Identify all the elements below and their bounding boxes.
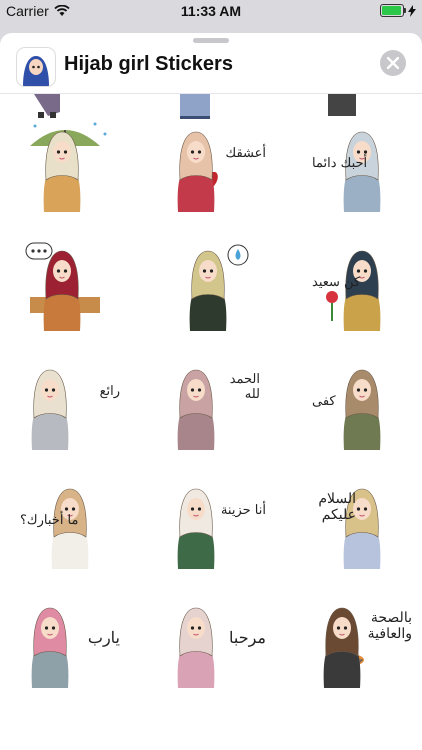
page-title: Hijab girl Stickers	[64, 53, 233, 75]
sticker-art	[30, 122, 107, 212]
status-bar: Carrier 11:33 AM	[0, 0, 422, 22]
sticker-salam[interactable]: السلام عليكم	[312, 473, 412, 573]
sticker-art	[177, 369, 215, 450]
sticker-alhamdulillah[interactable]: الحمد لله	[166, 354, 266, 454]
sticker-speech-bubble[interactable]	[20, 235, 120, 335]
sticker-art	[177, 488, 215, 569]
sticker-caption: السلام عليكم	[318, 491, 356, 523]
sticker-ya-rab[interactable]: يارب	[20, 592, 120, 692]
sticker-umbrella-rain[interactable]	[20, 116, 120, 216]
sticker-grid: أعشقك أحبك دائما كن سعيد رائع الحمد لله كفى ما…	[0, 94, 422, 750]
battery-icon	[380, 4, 406, 17]
sticker-art	[31, 369, 69, 450]
clock: 11:33 AM	[180, 3, 242, 19]
sticker-awesome[interactable]: رائع	[20, 354, 120, 454]
sticker-art	[189, 244, 249, 331]
sticker-art	[177, 131, 218, 212]
sticker-how-are-you[interactable]: ما أخبارك؟	[20, 473, 120, 573]
sticker-caption: الحمد لله	[229, 372, 260, 402]
sheet-header: Hijab girl Stickers	[0, 43, 422, 94]
sticker-hello[interactable]: مرحبا	[166, 592, 266, 692]
sticker-bon-appetit[interactable]: بالصحة والعافية	[312, 592, 412, 692]
sticker-caption: أحبك دائما	[312, 156, 368, 171]
sticker-caption: أنا حزينة	[220, 503, 266, 518]
sticker-art	[323, 607, 364, 688]
charging-icon	[408, 4, 416, 17]
sticker-caption: رائع	[99, 384, 120, 399]
sticker-i-am-sad[interactable]: أنا حزينة	[166, 473, 266, 573]
sticker-love-you-always[interactable]: أحبك دائما	[312, 116, 412, 216]
sticker-caption: يارب	[87, 628, 120, 647]
sticker-sheet: Hijab girl Stickers أعشقك أحبك دائما كن سع…	[0, 33, 422, 750]
sticker-tear-drop[interactable]	[166, 235, 266, 335]
sticker-be-happy[interactable]: كن سعيد	[312, 235, 412, 335]
sticker-enough[interactable]: كفى	[312, 354, 412, 454]
app-icon	[16, 47, 56, 87]
sticker-art	[343, 488, 381, 569]
sticker-caption: مرحبا	[229, 628, 266, 647]
sticker-caption: كن سعيد	[312, 275, 361, 290]
sticker-heart-love[interactable]: أعشقك	[166, 116, 266, 216]
sticker-caption: كفى	[312, 394, 336, 409]
close-icon	[387, 57, 399, 69]
sticker-caption: ما أخبارك؟	[20, 513, 79, 528]
sticker-caption: أعشقك	[225, 146, 267, 161]
sticker-caption: بالصحة والعافية	[367, 610, 412, 642]
status-right	[380, 4, 416, 17]
sticker-art	[25, 242, 100, 331]
close-button[interactable]	[380, 50, 406, 76]
